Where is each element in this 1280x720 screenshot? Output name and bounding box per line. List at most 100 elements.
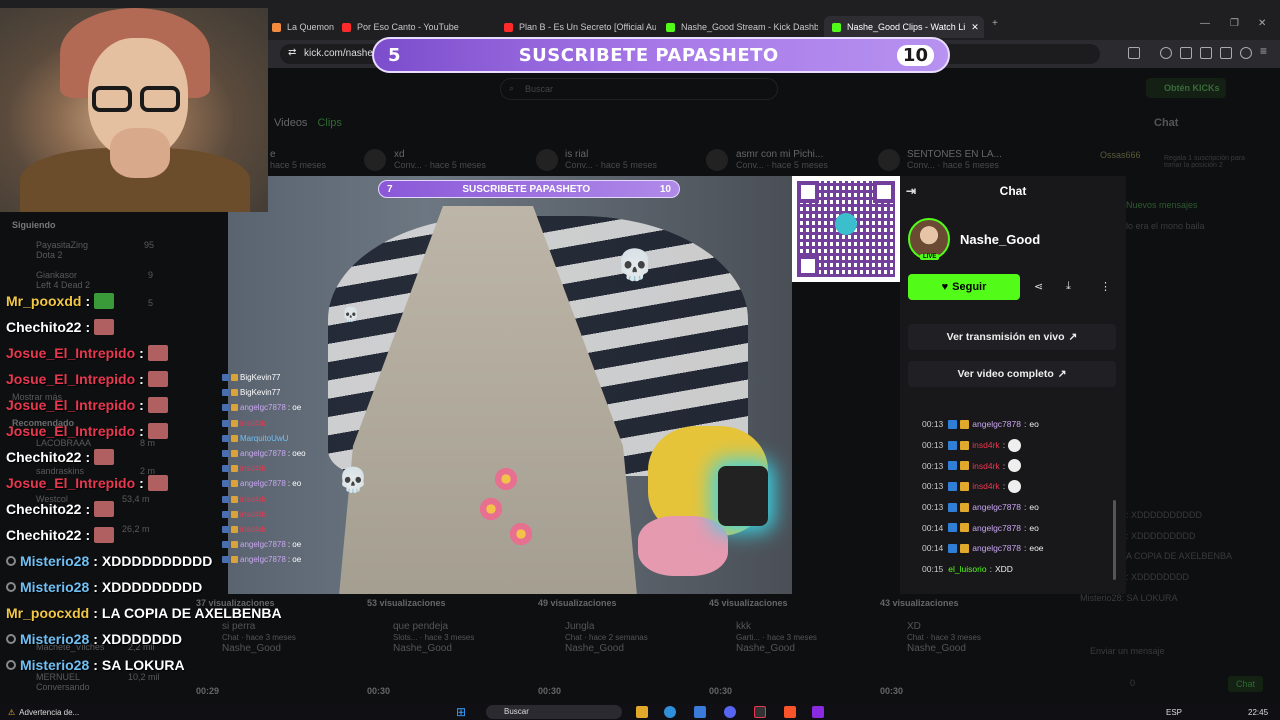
chat-username[interactable]: angelgc7878	[972, 523, 1021, 533]
overlay-chat-line: Josue_El_Intrepido:	[6, 366, 282, 392]
new-tab-icon[interactable]: +	[992, 18, 998, 29]
watch-live-button[interactable]: Ver transmisión en vivo ↗	[908, 324, 1116, 350]
chat-username[interactable]: el_luisorio	[948, 564, 986, 574]
discord-icon[interactable]	[724, 706, 736, 718]
menu-icon[interactable]: ≡	[1260, 44, 1272, 58]
tab-la-quemona[interactable]: La Quemona	[264, 16, 334, 38]
chat-username: Chechito22	[6, 449, 82, 465]
tab-youtube-por-eso-canto[interactable]: Por Eso Canto - YouTube	[334, 16, 494, 38]
taskbar-notice[interactable]: Advertencia de...	[19, 708, 79, 717]
streamer-avatar[interactable]: LIVE	[908, 218, 950, 260]
store-icon[interactable]	[694, 706, 706, 718]
video-subscribe-goal: 7 SUSCRIBETE PAPASHETO 10	[378, 180, 680, 198]
overlay-chat-line: Josue_El_Intrepido:	[6, 392, 282, 418]
download-icon[interactable]: ⤓	[1066, 280, 1071, 293]
windows-start-icon[interactable]: ⊞	[456, 705, 466, 719]
colon: :	[93, 579, 98, 595]
clip-card[interactable]: que pendeja Slots... · hace 3 meses Nashe_…	[393, 621, 474, 654]
taskbar-search[interactable]: Buscar	[486, 705, 622, 719]
chat-username[interactable]: insd4rk	[972, 440, 999, 450]
goal-target: 10	[896, 44, 934, 66]
emote-icon	[147, 371, 168, 387]
colon: :	[139, 345, 144, 361]
chat-username: Mr_poocxdd	[6, 605, 90, 621]
brave-icon[interactable]	[784, 706, 796, 718]
clip-card[interactable]: is rial Conv... · hace 5 meses	[565, 149, 657, 170]
file-explorer-icon[interactable]	[636, 706, 648, 718]
chat-username[interactable]: insd4rk	[972, 481, 999, 491]
colon: :	[85, 501, 91, 517]
app-icon[interactable]	[812, 706, 824, 718]
chat-username: Mr_pooxdd	[6, 293, 82, 309]
edge-icon[interactable]	[664, 706, 676, 718]
chat-username[interactable]: angelgc7878	[972, 543, 1021, 553]
chat-timestamp: 00:13	[922, 440, 944, 451]
colon: :	[85, 319, 91, 335]
chat-username[interactable]: angelgc7878	[972, 419, 1021, 429]
chat-username[interactable]: angelgc7878	[972, 502, 1021, 512]
watch-full-video-button[interactable]: Ver video completo ↗	[908, 361, 1116, 387]
crown-icon	[960, 419, 970, 429]
skull-emote-icon	[1008, 459, 1022, 473]
wallet-icon[interactable]	[1200, 47, 1212, 59]
overlay-chat-line: Misterio28: XDDDDDDDDD	[6, 574, 282, 600]
qr-finder	[873, 181, 895, 203]
kick-icon	[666, 22, 675, 32]
clip-card[interactable]: e hace 5 meses	[270, 149, 326, 170]
tab-clips[interactable]: Clips	[317, 117, 341, 129]
maximize-icon[interactable]: ❐	[1230, 18, 1239, 29]
chat-message-row: 00:13 insd4rk:	[922, 435, 1117, 456]
gear-icon	[6, 556, 16, 566]
sidebar-item[interactable]: PayasitaZing Dota 2	[36, 240, 88, 260]
search-input[interactable]: ⌕ Buscar	[500, 78, 778, 100]
overlay-chat-line: Chechito22:	[6, 522, 282, 548]
more-options-icon[interactable]: ⋮	[1100, 280, 1111, 293]
chat-timestamp: 00:13	[922, 460, 944, 471]
minimize-icon[interactable]: —	[1200, 18, 1210, 29]
clock[interactable]: 22:45	[1248, 708, 1268, 717]
music-icon[interactable]	[1160, 47, 1172, 59]
clip-card[interactable]: SENTONES EN LA... Conv... · hace 5 meses	[907, 149, 1002, 170]
tab-videos[interactable]: Videos	[274, 117, 307, 129]
shield-icon[interactable]	[1240, 47, 1252, 59]
bg-chat-send-button[interactable]: Chat	[1228, 676, 1264, 692]
bg-chat-input[interactable]: Enviar un mensaje	[1090, 646, 1165, 656]
overlay-chat-line: Josue_El_Intrepido:	[6, 418, 282, 444]
clip-card[interactable]: Jungla Chat · hace 2 semanas Nashe_Good	[565, 621, 648, 654]
flower-print	[493, 466, 519, 492]
sidebar-icon[interactable]	[1180, 47, 1192, 59]
cast-icon[interactable]	[1128, 47, 1140, 59]
chat-message: eo	[1029, 502, 1039, 513]
close-window-icon[interactable]: ✕	[1258, 18, 1266, 29]
sidebar-item[interactable]: Giankasor Left 4 Dead 2	[36, 270, 90, 290]
tab-close-icon[interactable]: ✕	[971, 22, 979, 33]
chat-scrollbar[interactable]	[1113, 500, 1116, 580]
tab-kick-clips[interactable]: Nashe_Good Clips - Watch Li ✕	[824, 16, 984, 38]
bg-chat-line: : XDDDDDDDDDD	[1126, 510, 1202, 520]
site-info-icon[interactable]: ⇄	[288, 47, 296, 58]
follow-button[interactable]: ♥ Seguir	[908, 274, 1020, 300]
get-kicks-button[interactable]: Obtén KICKs	[1146, 78, 1226, 98]
badge-icon	[948, 543, 958, 553]
language-indicator[interactable]: ESP	[1166, 708, 1182, 717]
extension-icon[interactable]	[1220, 47, 1232, 59]
colon: :	[85, 293, 91, 309]
chat-username: Misterio28	[20, 631, 90, 647]
chat-message-row: 00:13 insd4rk:	[922, 476, 1117, 497]
chat-timestamp: 00:15	[922, 564, 944, 575]
obs-icon[interactable]	[754, 706, 766, 718]
collapse-chat-icon[interactable]: ⇥	[906, 184, 916, 198]
clip-card[interactable]: XD Chat · hace 3 meses Nashe_Good	[907, 621, 981, 654]
chat-message: XDDDDDDDDD	[101, 579, 203, 595]
clip-card[interactable]: kkk Garti... · hace 3 meses Nashe_Good	[736, 621, 817, 654]
tab-kick-dashboard[interactable]: Nashe_Good Stream - Kick Dashboard	[658, 16, 818, 38]
chat-message: XDDDDDDDDDD	[101, 553, 213, 569]
streamer-name[interactable]: Nashe_Good	[960, 232, 1040, 247]
share-icon[interactable]: ⋖	[1034, 280, 1043, 293]
clip-card[interactable]: xd Conv... · hace 5 meses	[394, 149, 486, 170]
tab-youtube-plan-b[interactable]: Plan B - Es Un Secreto [Official Audio]	[496, 16, 656, 38]
badge-icon	[948, 461, 958, 471]
badge-icon	[948, 419, 958, 429]
chat-username[interactable]: insd4rk	[972, 461, 999, 471]
clip-card[interactable]: asmr con mi Pichi... Conv... · hace 5 mes…	[736, 149, 828, 170]
